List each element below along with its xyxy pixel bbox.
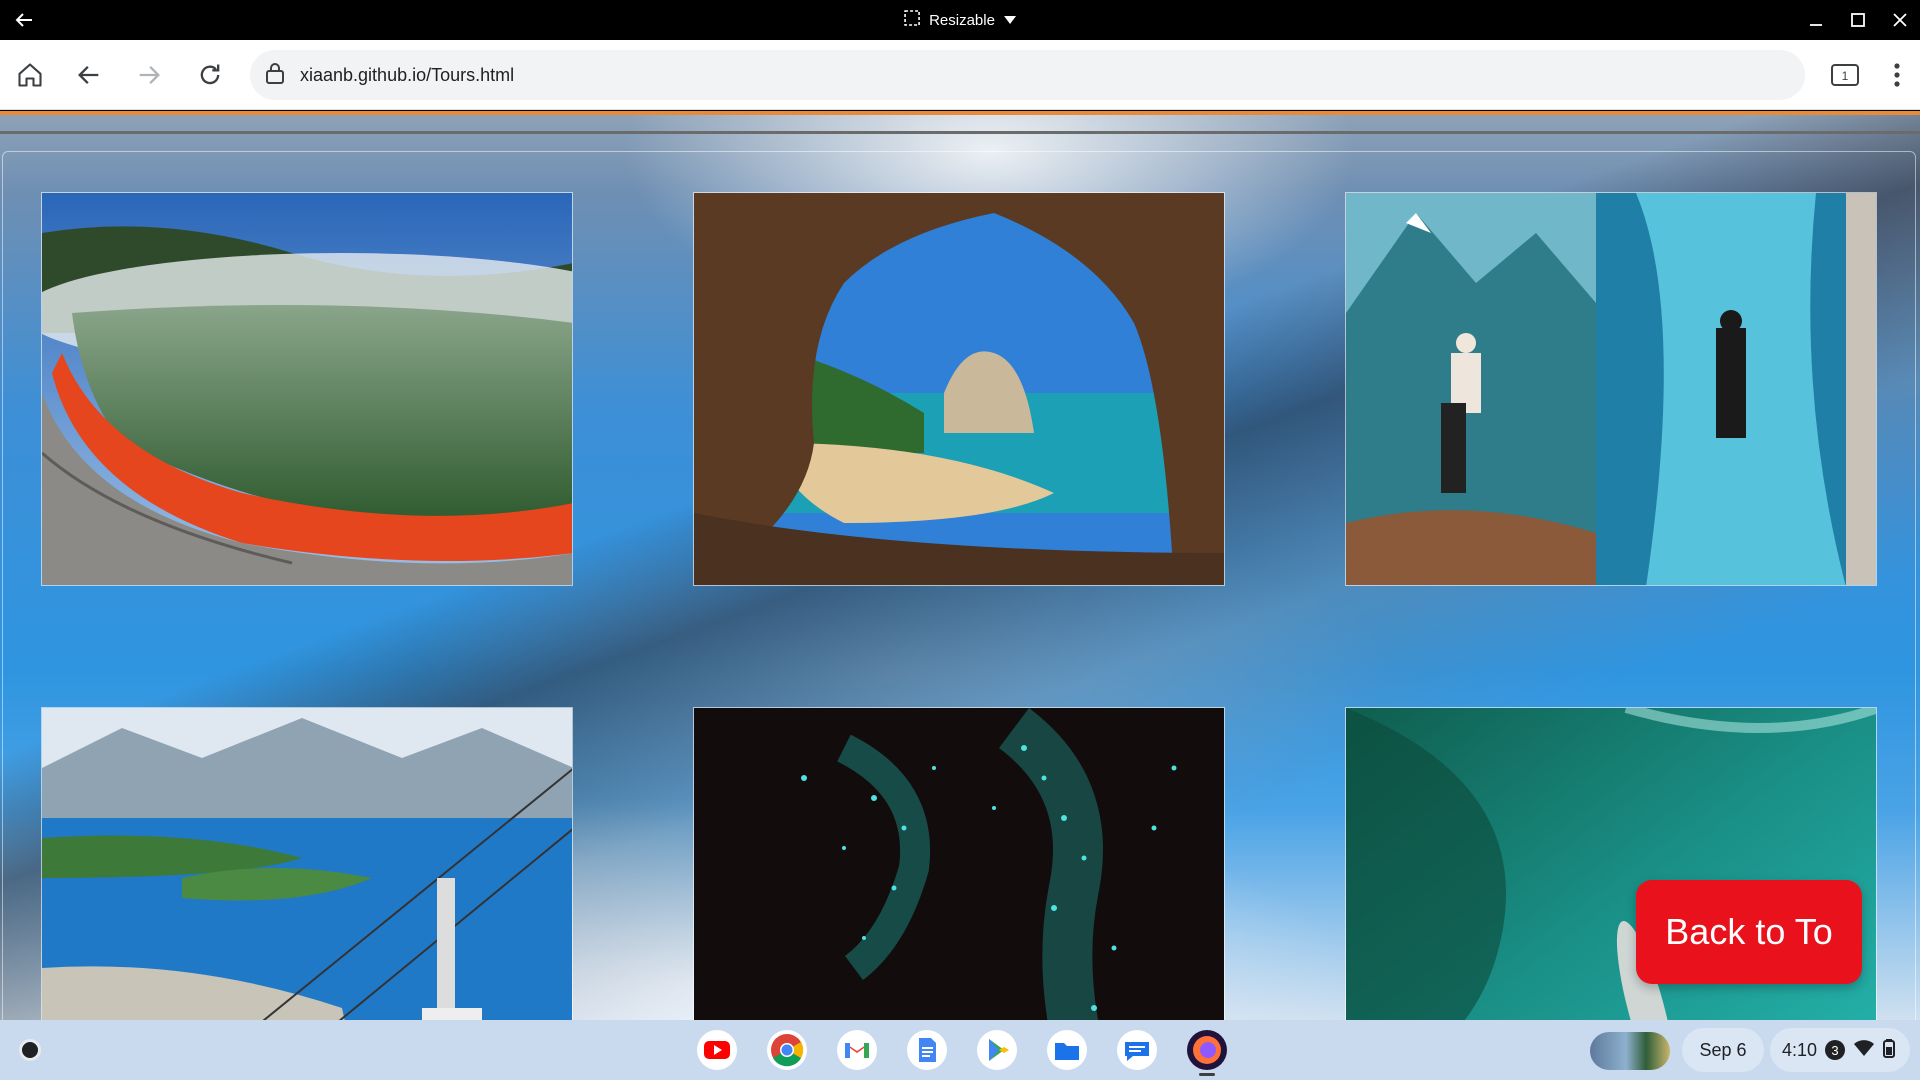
- tour-image-coastal-cave[interactable]: [693, 192, 1225, 586]
- launcher-button[interactable]: [10, 1030, 50, 1070]
- firefox-icon[interactable]: [1183, 1026, 1231, 1076]
- chrome-icon[interactable]: [763, 1026, 811, 1074]
- notification-badge: 3: [1825, 1040, 1846, 1060]
- back-to-top-button[interactable]: Back to To: [1636, 880, 1862, 984]
- system-shelf: Sep 6 4:10 3: [0, 1020, 1920, 1080]
- battery-icon: [1883, 1038, 1896, 1063]
- tour-image-lake-gondola[interactable]: [41, 707, 573, 1020]
- time-label: 4:10: [1782, 1039, 1818, 1060]
- play-store-icon[interactable]: [973, 1026, 1021, 1074]
- close-button[interactable]: [1880, 0, 1920, 40]
- maximize-button[interactable]: [1838, 0, 1878, 40]
- browser-toolbar: xiaanb.github.io/Tours.html 1: [0, 40, 1920, 110]
- window-title-bar: Resizable: [0, 0, 1920, 40]
- address-url: xiaanb.github.io/Tours.html: [300, 64, 515, 85]
- window-mode-label: Resizable: [929, 11, 995, 29]
- status-tray[interactable]: 4:10 3: [1770, 1028, 1910, 1072]
- header-divider: [0, 131, 1920, 134]
- files-icon[interactable]: [1043, 1026, 1091, 1074]
- menu-button[interactable]: [1880, 58, 1914, 92]
- tab-switcher-button[interactable]: 1: [1828, 58, 1862, 92]
- tour-image-alpine-glacier[interactable]: [1345, 192, 1877, 586]
- docs-icon[interactable]: [903, 1026, 951, 1074]
- tour-image-glowworm-cave[interactable]: [693, 707, 1225, 1020]
- chevron-down-icon: [1003, 12, 1017, 29]
- home-button[interactable]: [13, 58, 47, 92]
- back-button[interactable]: [72, 58, 106, 92]
- page-viewport: Back to To: [0, 111, 1920, 1020]
- messages-icon[interactable]: [1113, 1026, 1161, 1074]
- tab-count: 1: [1842, 69, 1849, 83]
- lock-icon: [264, 61, 286, 90]
- date-pill[interactable]: Sep 6: [1682, 1028, 1764, 1072]
- minimize-button[interactable]: [1796, 0, 1836, 40]
- resizable-icon: [903, 9, 921, 31]
- window-mode-dropdown[interactable]: Resizable: [903, 0, 1017, 40]
- tour-image-geothermal-pool[interactable]: [41, 192, 573, 586]
- window-back-icon[interactable]: [12, 8, 36, 32]
- gmail-icon[interactable]: [833, 1026, 881, 1074]
- reload-button[interactable]: [193, 58, 227, 92]
- forward-button[interactable]: [132, 58, 166, 92]
- address-bar[interactable]: xiaanb.github.io/Tours.html: [250, 50, 1805, 100]
- wifi-icon: [1853, 1039, 1875, 1062]
- date-label: Sep 6: [1699, 1039, 1747, 1060]
- header-accent-line: [0, 111, 1920, 115]
- youtube-icon[interactable]: [693, 1026, 741, 1074]
- holding-space-thumbnail[interactable]: [1590, 1032, 1670, 1070]
